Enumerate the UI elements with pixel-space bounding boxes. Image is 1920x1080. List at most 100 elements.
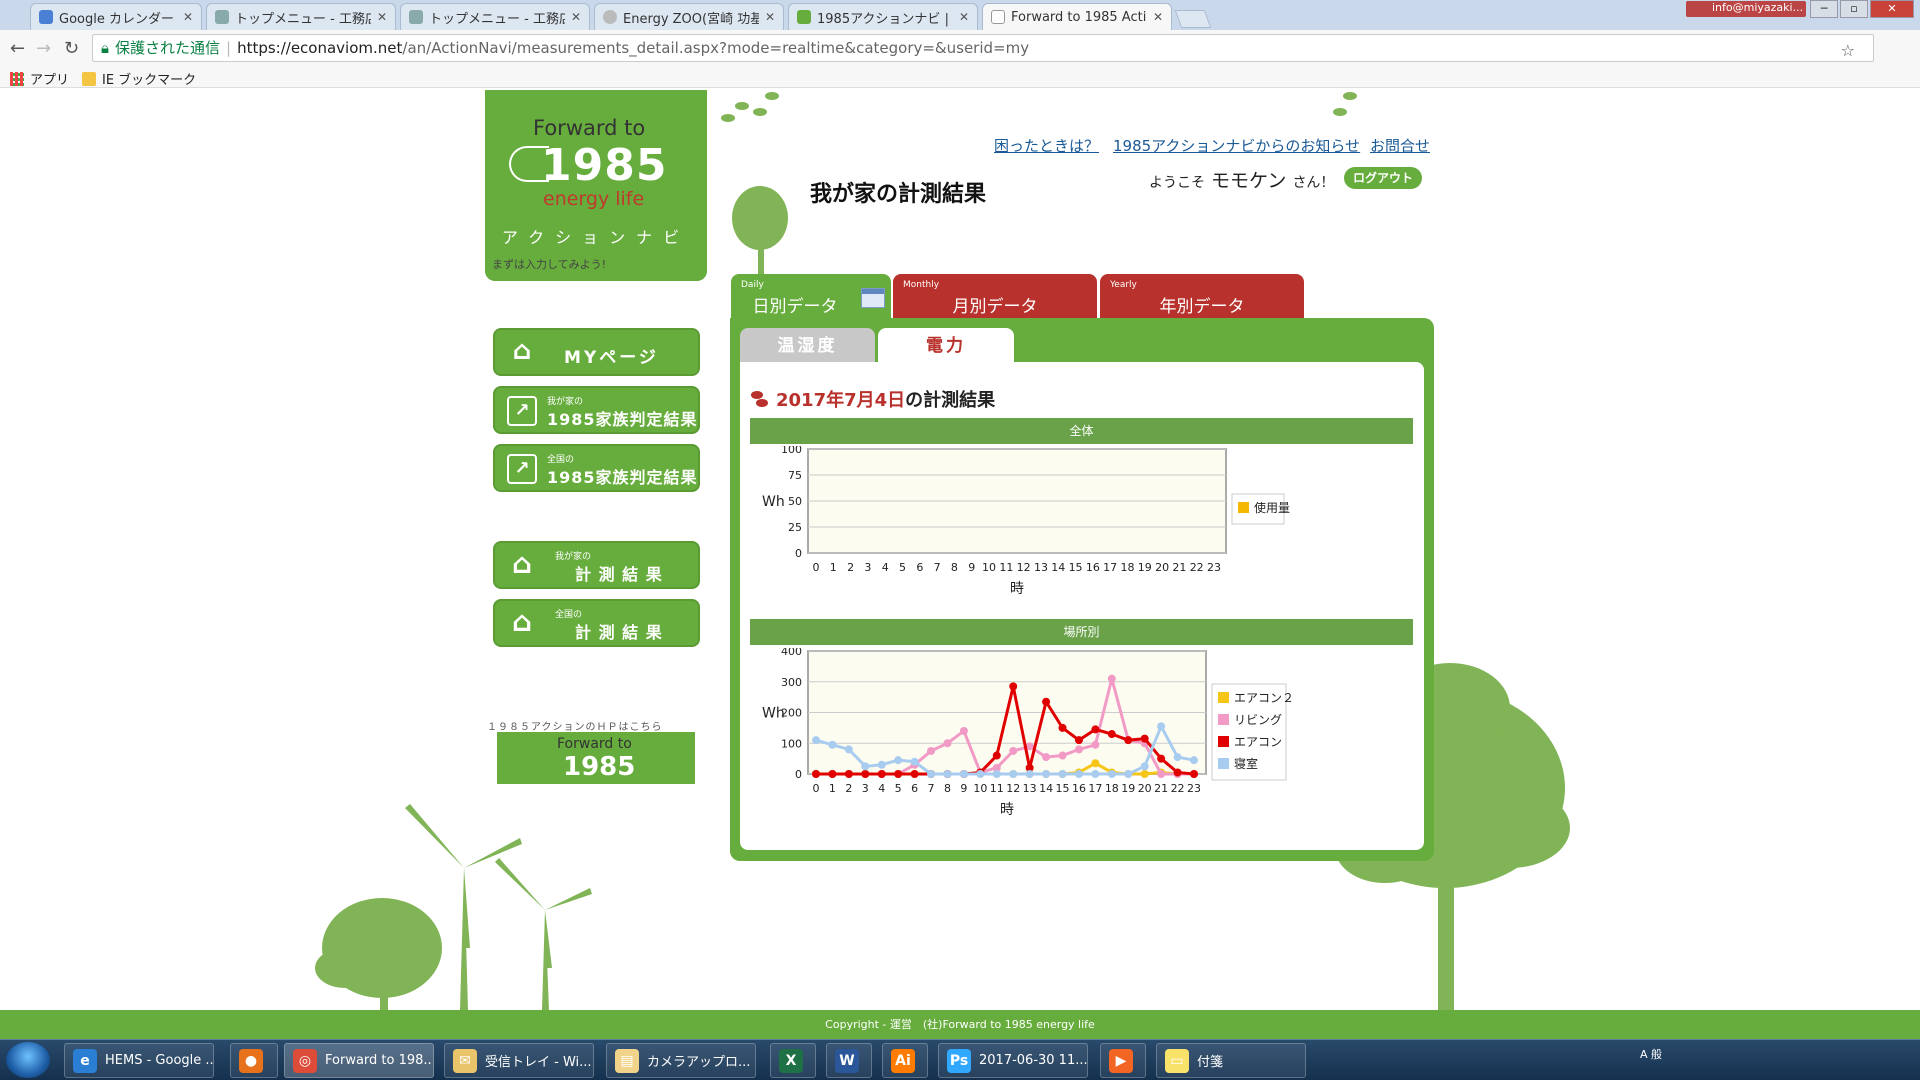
house-icon: ⌂ [511, 547, 533, 580]
data-point [1074, 745, 1083, 754]
data-point [1107, 770, 1116, 778]
sidebar-item-my-measurements[interactable]: ⌂ 我が家の 計 測 結 果 [493, 541, 700, 589]
taskbar-item[interactable]: Ai [882, 1043, 928, 1078]
sidebar-item-national-measurements[interactable]: ⌂ 全国の 計 測 結 果 [493, 599, 700, 647]
calendar-icon[interactable] [861, 288, 885, 308]
taskbar-item[interactable]: W [826, 1043, 872, 1078]
tab-electricity[interactable]: 電力 [878, 328, 1014, 364]
reload-icon[interactable]: ↻ [64, 38, 79, 59]
app-icon: ▤ [615, 1048, 639, 1073]
app-icon: X [779, 1048, 803, 1073]
taskbar-item[interactable]: ▤ カメラアップロ... [606, 1043, 756, 1078]
new-tab-button[interactable] [1174, 10, 1212, 28]
taskbar-item[interactable]: ● [230, 1043, 278, 1078]
date-heading-suffix: の計測結果 [905, 390, 996, 411]
bookmark-ie-folder[interactable]: IE ブックマーク [82, 69, 196, 88]
x-tick-label: 9 [968, 561, 975, 574]
logout-button[interactable]: ログアウト [1344, 167, 1422, 189]
x-tick-label: 9 [960, 782, 967, 795]
start-button[interactable] [6, 1042, 50, 1078]
system-tray[interactable]: A 般 [1640, 1046, 1662, 1062]
data-point [1157, 754, 1166, 763]
close-icon[interactable]: ✕ [959, 10, 969, 24]
browser-tab-1[interactable]: Google カレンダー - 20 ✕ [30, 3, 202, 30]
close-icon[interactable]: ✕ [377, 10, 387, 24]
taskbar-item[interactable]: ◎ Forward to 198... [284, 1043, 434, 1078]
x-tick-label: 7 [928, 782, 935, 795]
tab-temperature-humidity[interactable]: 温湿度 [740, 328, 875, 364]
browser-tab-active[interactable]: Forward to 1985 Actio ✕ [982, 3, 1172, 30]
taskbar-item[interactable]: Ps 2017-06-30 11.... [938, 1043, 1088, 1078]
data-point [959, 770, 968, 778]
taskbar-item[interactable]: ▶ [1100, 1043, 1146, 1078]
x-tick-label: 2 [845, 782, 852, 795]
sidebar-item-my-family-result[interactable]: ↗ 我が家の 1985家族判定結果 [493, 386, 700, 434]
taskbar-item[interactable]: ✉ 受信トレイ - Wi... [444, 1043, 594, 1078]
legend-label: リビング [1234, 713, 1282, 727]
data-point [992, 751, 1001, 760]
site-logo[interactable]: Forward to 1985 energy life アクションナビ [485, 90, 707, 281]
tab-monthly[interactable]: Monthly 月別データ [893, 274, 1097, 318]
lock-icon: 🔒︎ [101, 39, 109, 57]
sidebar-item-label: 1985家族判定結果 [547, 410, 698, 429]
help-link[interactable]: 困ったときは？ [994, 135, 1099, 156]
contact-link[interactable]: お問合せ [1370, 135, 1430, 156]
x-tick-label: 0 [813, 782, 820, 795]
browser-tab-4[interactable]: Energy ZOO(宮崎 功基 ✕ [594, 3, 784, 30]
sidebar-item-mypage[interactable]: ⌂ MYページ [493, 328, 700, 376]
x-tick-label: 20 [1155, 561, 1169, 574]
chart-up-icon: ↗ [507, 396, 537, 426]
x-tick-label: 23 [1207, 561, 1221, 574]
taskbar-label: 受信トレイ - Wi... [485, 1055, 592, 1070]
tab-title: Energy ZOO(宮崎 功基 [623, 11, 759, 27]
hp-banner[interactable]: Forward to 1985 [497, 732, 695, 784]
data-point [877, 760, 886, 769]
minimize-button[interactable]: ─ [1810, 0, 1838, 18]
data-point [927, 770, 936, 778]
browser-tab-5[interactable]: 1985アクションナビ | 我 ✕ [788, 3, 978, 30]
logo-action-navi: アクションナビ [501, 228, 691, 247]
sidebar-item-national-family-result[interactable]: ↗ 全国の 1985家族判定結果 [493, 444, 700, 492]
results-content: 2017年7月4日の計測結果 全体 0 25 50 75 100 0 1 2 3 4 5 6 7 8 9 10… [740, 362, 1424, 850]
bookmark-apps[interactable]: アプリ [10, 69, 69, 88]
taskbar-item[interactable]: X [770, 1043, 816, 1078]
tab-yearly[interactable]: Yearly 年別データ [1100, 274, 1304, 318]
address-bar[interactable]: 🔒︎ 保護された通信 | https://econaviom.net/an/Actio… [92, 34, 1874, 62]
x-axis-label: 時 [1010, 581, 1024, 597]
x-tick-label: 18 [1105, 782, 1119, 795]
taskbar-item[interactable]: ▭ 付箋 [1156, 1043, 1306, 1078]
star-icon[interactable]: ☆ [1841, 38, 1855, 64]
tab-title: トップメニュー - 工務店 [429, 11, 565, 27]
x-tick-label: 11 [999, 561, 1013, 574]
app-icon: ● [239, 1048, 263, 1073]
close-icon[interactable]: ✕ [571, 10, 581, 24]
browser-tab-3[interactable]: トップメニュー - 工務店 ✕ [400, 3, 590, 30]
data-point [1091, 770, 1100, 778]
close-icon[interactable]: ✕ [1153, 10, 1163, 24]
x-tick-label: 19 [1138, 561, 1152, 574]
sidebar-hint: まずは入力してみよう! [492, 258, 607, 271]
profile-chip[interactable]: info@miyazaki... [1686, 1, 1806, 17]
news-link[interactable]: 1985アクションナビからのお知らせ [1113, 135, 1360, 156]
close-window-button[interactable]: ✕ [1870, 0, 1914, 18]
x-tick-label: 15 [1056, 782, 1070, 795]
back-icon[interactable]: ← [10, 38, 25, 59]
cloud-icon [409, 10, 423, 24]
taskbar-item[interactable]: e HEMS - Google ... [64, 1043, 214, 1078]
forward-icon[interactable]: → [36, 38, 51, 59]
welcome-prefix: ようこそ [1149, 175, 1205, 191]
data-point [1140, 762, 1149, 771]
x-tick-label: 3 [862, 782, 869, 795]
close-icon[interactable]: ✕ [183, 10, 193, 24]
maximize-button[interactable]: ▫ [1840, 0, 1868, 18]
x-tick-label: 21 [1154, 782, 1168, 795]
x-tick-label: 14 [1039, 782, 1053, 795]
browser-tab-2[interactable]: トップメニュー - 工務店 ✕ [206, 3, 396, 30]
data-point [844, 770, 853, 778]
toolbar: ← → ↻ 🔒︎ 保護された通信 | https://econaviom.net/an… [0, 30, 1920, 89]
close-icon[interactable]: ✕ [765, 10, 775, 24]
y-tick-label: 25 [788, 521, 802, 534]
x-tick-label: 1 [829, 782, 836, 795]
secure-label: 保護された通信 [114, 39, 220, 57]
tab-daily[interactable]: Daily 日別データ [731, 274, 891, 318]
